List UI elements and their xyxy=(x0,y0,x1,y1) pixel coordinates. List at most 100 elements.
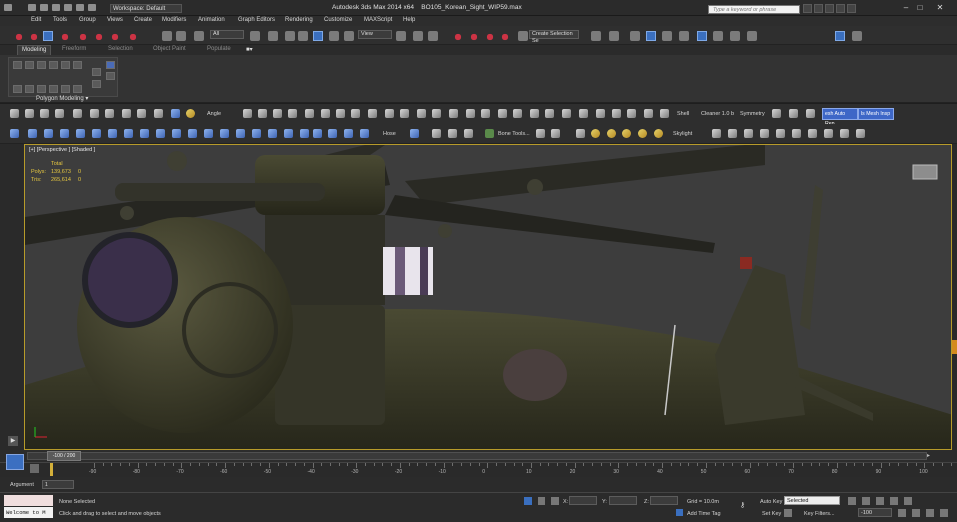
key-mode-dropdown[interactable]: Selected xyxy=(784,496,840,505)
open-file-icon[interactable] xyxy=(40,4,48,11)
ribbon-options-icon[interactable]: ■▾ xyxy=(246,46,253,53)
angle-snap-icon[interactable] xyxy=(469,31,479,41)
mesh-auto-repair-button[interactable]: esh Auto Rep xyxy=(822,108,858,127)
named-selection-dropdown[interactable]: Create Selection Se xyxy=(529,30,579,44)
stack-level-icon[interactable] xyxy=(106,61,115,69)
time-configuration-icon[interactable] xyxy=(898,509,906,517)
capsule-prim-icon[interactable] xyxy=(140,129,149,138)
maximize-viewport-icon[interactable] xyxy=(840,129,849,138)
redo-magnet-icon[interactable] xyxy=(29,31,39,41)
track-filter-icon[interactable] xyxy=(30,464,39,473)
array-icon[interactable] xyxy=(122,109,131,118)
pivot-center-icon[interactable] xyxy=(396,31,406,41)
active-shade-icon[interactable] xyxy=(852,31,862,41)
ignore-backfacing-icon[interactable] xyxy=(73,85,82,93)
inset-icon[interactable] xyxy=(273,109,282,118)
tab-populate[interactable]: Populate xyxy=(207,46,231,52)
zoom-all-icon[interactable] xyxy=(776,129,785,138)
communication-icon[interactable] xyxy=(825,4,834,13)
orbit-icon[interactable] xyxy=(926,509,934,517)
viewcube[interactable] xyxy=(912,164,938,180)
region-zoom-icon[interactable] xyxy=(856,129,865,138)
select-by-name-icon[interactable] xyxy=(268,31,278,41)
graphite-toolkit-icon[interactable] xyxy=(646,31,656,41)
rendered-frame-window-icon[interactable] xyxy=(730,31,740,41)
repeat-last-icon[interactable] xyxy=(49,85,58,93)
angle-label[interactable]: Angle xyxy=(207,111,221,117)
lock-icon[interactable] xyxy=(538,497,545,505)
bind-icon[interactable] xyxy=(194,31,204,41)
select-manipulate-icon[interactable] xyxy=(413,31,423,41)
vertex-mode-icon[interactable] xyxy=(25,61,34,69)
next-modifier-icon[interactable] xyxy=(106,72,115,80)
maximize-icon[interactable]: □ xyxy=(914,3,926,13)
select-tool-icon[interactable] xyxy=(10,109,19,118)
torus-icon[interactable] xyxy=(612,109,621,118)
link-ik-icon[interactable] xyxy=(551,129,560,138)
layer-manager-icon[interactable] xyxy=(630,31,640,41)
outline-icon[interactable] xyxy=(288,109,297,118)
percent-snap-icon[interactable] xyxy=(485,31,495,41)
close-icon[interactable]: ✕ xyxy=(934,3,946,13)
unlink-chain-icon[interactable] xyxy=(176,31,186,41)
tab-modeling[interactable]: Modeling xyxy=(17,45,52,55)
cylinder-prim-icon[interactable] xyxy=(28,129,37,138)
pyramid-prim-icon[interactable] xyxy=(92,129,101,138)
clone-align-icon[interactable] xyxy=(171,109,180,118)
material-editor-icon[interactable] xyxy=(697,31,707,41)
bridge-icon[interactable] xyxy=(321,109,330,118)
snapshot-icon[interactable] xyxy=(137,109,146,118)
system-icon[interactable] xyxy=(464,129,473,138)
track-bar[interactable]: -90 -80 -70 -60 -50 -40 -30 -20 -10 0 10 20 30 40 50 60… xyxy=(0,454,957,477)
zoom-view-icon[interactable] xyxy=(760,129,769,138)
region-select-icon[interactable] xyxy=(285,31,295,41)
tab-selection[interactable]: Selection xyxy=(108,46,133,52)
bevel-icon[interactable] xyxy=(243,109,252,118)
snap-toggle-icon[interactable] xyxy=(453,31,463,41)
chamfer-box-icon[interactable] xyxy=(188,129,197,138)
hedra-icon[interactable] xyxy=(172,129,181,138)
z-coordinate-field[interactable] xyxy=(650,496,678,505)
viewport-label[interactable]: [+] [Perspective ] [Shaded ] xyxy=(29,147,95,153)
spindle-icon[interactable] xyxy=(220,129,229,138)
selection-lock-icon[interactable] xyxy=(524,497,532,505)
reference-coordinate-dropdown[interactable]: View xyxy=(358,30,392,39)
menu-animation[interactable]: Animation xyxy=(198,17,225,23)
time-slider-thumb[interactable]: -100 / 200 xyxy=(47,451,81,461)
omni-light-icon[interactable] xyxy=(591,129,600,138)
x-coordinate-field[interactable] xyxy=(569,496,597,505)
symmetry-icon[interactable] xyxy=(772,109,781,118)
menu-customize[interactable]: Customize xyxy=(324,17,352,23)
tessellate-icon[interactable] xyxy=(513,109,522,118)
circle-icon[interactable] xyxy=(328,129,337,138)
select-link-icon[interactable] xyxy=(43,31,53,41)
render-iterative-icon[interactable] xyxy=(835,31,845,41)
go-to-end-icon[interactable] xyxy=(904,497,912,505)
checker-icon[interactable] xyxy=(806,109,815,118)
slice-plane-icon[interactable] xyxy=(432,109,441,118)
direct-light-icon[interactable] xyxy=(638,129,647,138)
zoom-extents-all-icon[interactable] xyxy=(912,509,920,517)
lattice-icon[interactable] xyxy=(313,129,322,138)
menu-views[interactable]: Views xyxy=(107,17,123,23)
gengon-icon[interactable] xyxy=(236,129,245,138)
toggle-command-mode-icon[interactable] xyxy=(25,85,34,93)
field-of-view-icon[interactable] xyxy=(792,129,801,138)
subscription-icon[interactable] xyxy=(814,4,823,13)
align-icon[interactable] xyxy=(609,31,619,41)
box-prim-icon[interactable] xyxy=(108,129,117,138)
menu-group[interactable]: Group xyxy=(79,17,96,23)
app-logo-icon[interactable] xyxy=(4,4,12,11)
pan-view-icon[interactable] xyxy=(728,129,737,138)
polygon-mode-icon[interactable] xyxy=(61,61,70,69)
minimize-icon[interactable]: – xyxy=(900,3,912,13)
cleaner-label[interactable]: Cleaner 1.0 b xyxy=(701,111,734,117)
cap-icon[interactable] xyxy=(562,109,571,118)
relax-icon[interactable] xyxy=(466,109,475,118)
menu-maxscript[interactable]: MAXScript xyxy=(364,17,392,23)
element-mode-icon[interactable] xyxy=(73,61,82,69)
auto-key-button[interactable]: Auto Key xyxy=(760,499,782,505)
key-icon[interactable]: ⚷ xyxy=(740,502,754,509)
search-input[interactable]: Type a keyword or phrase xyxy=(708,5,800,14)
box-icon[interactable] xyxy=(660,109,669,118)
